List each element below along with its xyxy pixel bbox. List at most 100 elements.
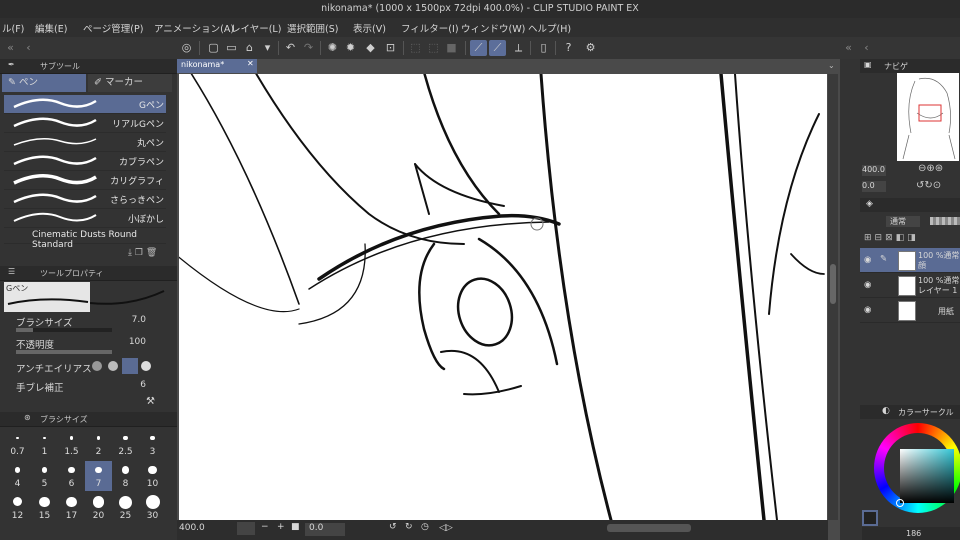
help-icon[interactable]: ? [560,40,577,56]
color-sv-square[interactable] [900,449,954,503]
new-file-icon[interactable]: ▢ [205,40,222,56]
zoom-in-icon[interactable]: + [277,522,285,532]
menu-help[interactable]: ヘルプ(H) [528,21,571,35]
rotate-right-icon[interactable]: ↻ [405,522,413,532]
menu-layer[interactable]: レイヤー(L) [231,21,281,35]
device-icon[interactable]: ▯ [535,40,552,56]
tab-marker[interactable]: ✐ マーカー [88,74,172,92]
color-wheel[interactable] [874,423,960,513]
prop-stabilization[interactable]: 手ブレ補正 6 [4,379,164,399]
brush-size-option[interactable]: 8 [112,461,139,491]
visibility-eye-icon[interactable]: ◉ [864,255,874,265]
snap-ruler-icon[interactable]: ⟋ [470,40,487,56]
main-color-swatch[interactable] [862,510,878,526]
prop-antialias[interactable]: アンチエイリアス [4,358,164,376]
brush-size-option[interactable]: 5 [31,461,58,491]
layer-ref-icon[interactable]: ⊠ [885,233,896,243]
brush-size-option[interactable]: 10 [139,461,166,491]
snap-special-ruler-icon[interactable]: ⟋ [489,40,506,56]
opacity-slider[interactable] [16,350,112,354]
layer-draft-icon[interactable]: ◨ [907,233,919,243]
layer-mask-icon[interactable]: ◧ [896,233,908,243]
download-icon[interactable]: ⤓ [128,248,132,258]
menu-window[interactable]: ウィンドウ(W) [461,21,525,35]
chevron-left-icon[interactable]: ‹ [20,40,37,56]
zoom-value[interactable]: 400.0 [179,523,205,533]
brush-item[interactable]: Gペン [4,95,166,114]
brush-size-slider[interactable] [16,328,112,332]
reset-rotation-icon[interactable]: ◷ [421,522,429,532]
brush-size-option[interactable]: 20 [85,493,112,523]
nav-angle-field[interactable]: 0.0 [862,181,886,192]
layer-row[interactable]: ◉ 100 %通常 レイヤー 1 [860,273,960,298]
brush-size-option[interactable]: 3 [139,429,166,459]
brush-size-option[interactable]: 30 [139,493,166,523]
nav-zoom-field[interactable]: 400.0 [862,165,886,176]
menu-page[interactable]: ページ管理(P) [83,21,143,35]
wrench-icon[interactable]: ⚒ [146,396,155,407]
antialias-none[interactable] [92,361,102,371]
settings-hand-icon[interactable]: ⚙ [582,40,599,56]
horizontal-scrollbar[interactable] [607,524,691,532]
drawing-canvas[interactable] [179,74,827,520]
menu-animation[interactable]: アニメーション(A) [154,21,234,35]
fill-icon[interactable]: ◆ [362,40,379,56]
menu-file[interactable]: ル(F) [2,21,24,35]
menu-selection[interactable]: 選択範囲(S) [287,21,338,35]
brush-size-option[interactable]: 0.7 [4,429,31,459]
visibility-eye-icon[interactable]: ◉ [864,305,874,315]
brush-item[interactable]: カリグラフィ [4,171,166,190]
menu-edit[interactable]: 編集(E) [35,21,67,35]
fit-icon[interactable]: ■ [291,522,300,532]
brush-size-option[interactable]: 15 [31,493,58,523]
menu-view[interactable]: 表示(V) [353,21,386,35]
brush-size-option[interactable]: 2.5 [112,429,139,459]
brush-item[interactable]: 丸ペン [4,133,166,152]
undo-icon[interactable]: ↶ [282,40,299,56]
brush-item[interactable]: Cinematic Dusts Round Standard [4,228,166,250]
zoom-dropdown[interactable] [237,522,255,535]
menu-filter[interactable]: フィルター(I) [401,21,459,35]
brush-item[interactable]: 小ぼかし [4,209,166,228]
crop-icon[interactable]: ■ [443,40,460,56]
brush-size-option[interactable]: 17 [58,493,85,523]
nav-fit-icon[interactable]: ⊛ [935,163,943,174]
prop-brush-size[interactable]: ブラシサイズ 7.0 [4,314,164,334]
visibility-eye-icon[interactable]: ◉ [864,280,874,290]
antialias-medium[interactable] [122,358,138,374]
layer-clip-icon[interactable]: ⊟ [875,233,886,243]
canvas-vertical-scrollbar[interactable] [828,74,838,520]
redo-icon[interactable]: ↷ [300,40,317,56]
snap-grid-icon[interactable]: ⟂ [510,40,527,56]
nav-reset-icon[interactable]: ⊙ [933,180,941,191]
rotate-left-icon[interactable]: ↺ [389,522,397,532]
save-icon[interactable]: ⌂ [241,40,258,56]
open-folder-icon[interactable]: ▭ [223,40,240,56]
brush-item[interactable]: リアルGペン [4,114,166,133]
zoom-out-icon[interactable]: − [261,522,269,532]
chevron-right-nav-icon[interactable]: ‹ [858,40,875,56]
layer-lock-icon[interactable]: ⊞ [864,233,875,243]
brush-size-option[interactable]: 6 [58,461,85,491]
opacity-slider-right[interactable] [930,217,960,225]
document-tab[interactable]: nikonama* ✕ [177,59,257,73]
clear-icon[interactable]: ✺ [324,40,341,56]
clip-studio-icon[interactable]: ◎ [178,40,195,56]
copy-icon[interactable]: ❐ [135,248,143,258]
canvas-menu-icon[interactable]: ⌄ [828,61,835,70]
collapse-right-icon[interactable]: « [840,40,857,56]
clear-outside-icon[interactable]: ✹ [342,40,359,56]
brush-item[interactable]: さらっきペン [4,190,166,209]
prop-opacity[interactable]: 不透明度 100 [4,336,164,356]
brush-size-option[interactable]: 7 [85,461,112,491]
close-tab-icon[interactable]: ✕ [247,59,254,68]
scroll-thumb[interactable] [830,264,836,304]
brush-size-option[interactable]: 12 [4,493,31,523]
trash-icon[interactable]: 🗑 [146,248,157,258]
brush-size-option[interactable]: 1.5 [58,429,85,459]
deselect-icon[interactable]: ⬚ [407,40,424,56]
nav-zoom-in-icon[interactable]: ⊕ [926,163,934,174]
brush-size-option[interactable]: 1 [31,429,58,459]
brush-size-option[interactable]: 25 [112,493,139,523]
transform-icon[interactable]: ⊡ [382,40,399,56]
